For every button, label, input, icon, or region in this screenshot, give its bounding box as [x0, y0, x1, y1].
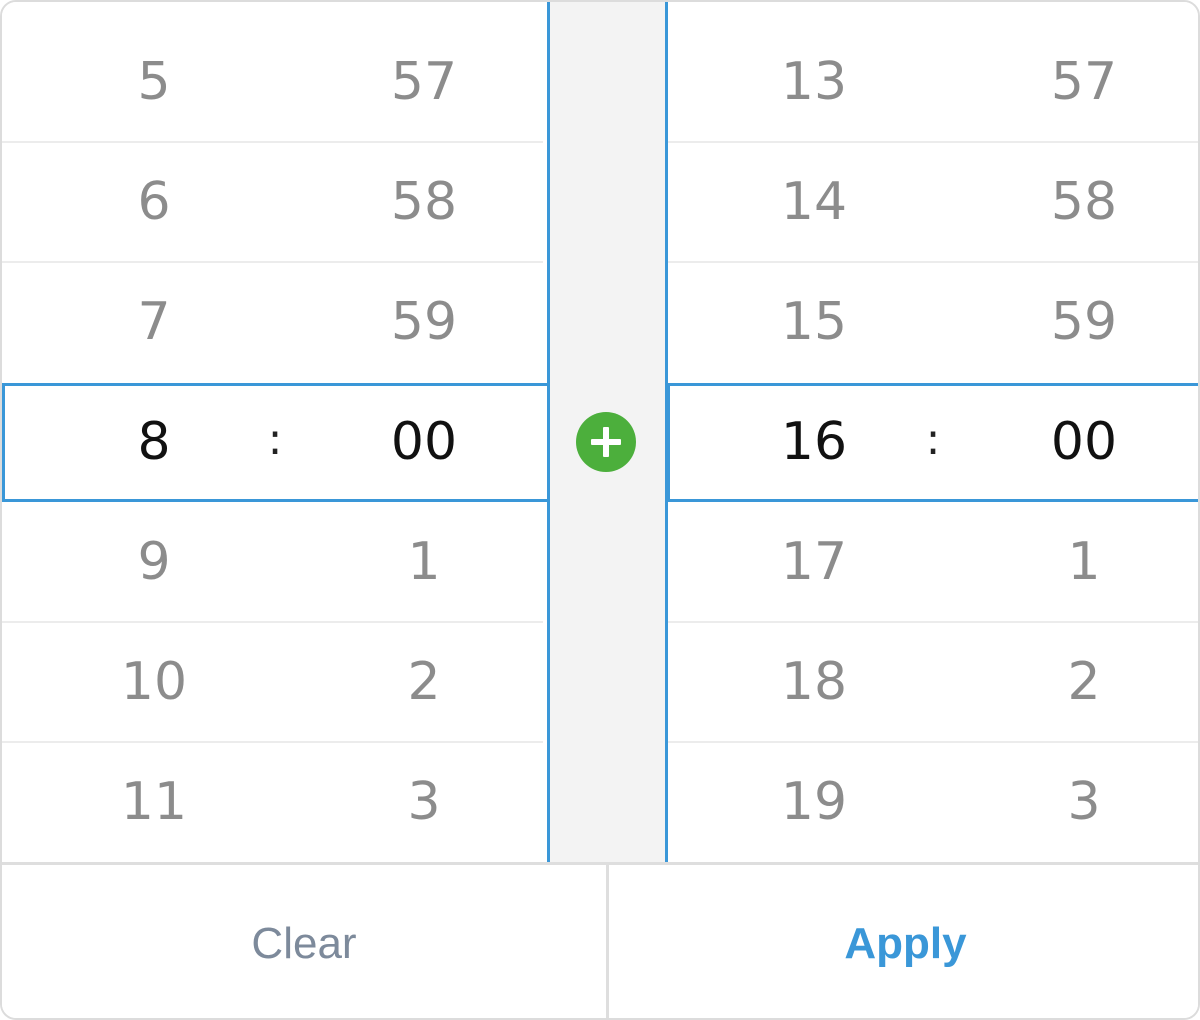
start-selected-row[interactable]: 8 : 00 — [2, 382, 547, 502]
time-range-picker: 5 57 6 58 7 59 8 : 00 9 1 10 2 11 3 13 5… — [0, 0, 1200, 1020]
end-hour-option[interactable]: 13 — [754, 22, 874, 142]
plus-circle-icon — [591, 427, 621, 457]
start-hour-option[interactable]: 11 — [94, 742, 214, 862]
end-time-wheel[interactable]: 13 57 14 58 15 59 16 : 00 17 1 18 2 19 3 — [668, 2, 1198, 862]
end-hour-option[interactable]: 14 — [754, 142, 874, 262]
start-hour-option[interactable]: 7 — [94, 262, 214, 382]
start-hour-option[interactable]: 9 — [94, 502, 214, 622]
start-row[interactable]: 9 1 — [2, 502, 547, 622]
start-hour-option[interactable]: 10 — [94, 622, 214, 742]
start-hour-option[interactable]: 5 — [94, 22, 214, 142]
end-minute-option[interactable]: 1 — [1024, 502, 1144, 622]
end-row[interactable]: 13 57 — [668, 22, 1198, 142]
end-hour-option[interactable]: 18 — [754, 622, 874, 742]
start-row[interactable]: 5 57 — [2, 22, 547, 142]
start-row[interactable]: 11 3 — [2, 742, 547, 862]
clear-button[interactable]: Clear — [2, 865, 606, 1018]
start-row[interactable]: 6 58 — [2, 142, 547, 262]
start-minute-option[interactable]: 1 — [364, 502, 484, 622]
end-row[interactable]: 17 1 — [668, 502, 1198, 622]
start-selected-hour[interactable]: 8 — [94, 382, 214, 502]
start-minute-option[interactable]: 2 — [364, 622, 484, 742]
end-hour-option[interactable]: 19 — [754, 742, 874, 862]
start-minute-option[interactable]: 3 — [364, 742, 484, 862]
end-row[interactable]: 15 59 — [668, 262, 1198, 382]
end-selected-row[interactable]: 16 : 00 — [668, 382, 1198, 502]
end-minute-option[interactable]: 59 — [1024, 262, 1144, 382]
apply-button[interactable]: Apply — [609, 865, 1198, 1018]
end-minute-option[interactable]: 58 — [1024, 142, 1144, 262]
time-separator: : — [267, 414, 283, 465]
start-time-wheel[interactable]: 5 57 6 58 7 59 8 : 00 9 1 10 2 11 3 — [2, 2, 547, 862]
end-minute-option[interactable]: 3 — [1024, 742, 1144, 862]
end-minute-option[interactable]: 2 — [1024, 622, 1144, 742]
start-hour-option[interactable]: 6 — [94, 142, 214, 262]
end-selected-hour[interactable]: 16 — [754, 382, 874, 502]
start-row[interactable]: 7 59 — [2, 262, 547, 382]
end-minute-option[interactable]: 57 — [1024, 22, 1144, 142]
end-row[interactable]: 19 3 — [668, 742, 1198, 862]
end-row[interactable]: 14 58 — [668, 142, 1198, 262]
picker-footer: Clear Apply — [2, 862, 1198, 1018]
end-hour-option[interactable]: 17 — [754, 502, 874, 622]
add-range-button[interactable] — [576, 412, 636, 472]
start-row[interactable]: 10 2 — [2, 622, 547, 742]
end-row[interactable]: 18 2 — [668, 622, 1198, 742]
start-minute-option[interactable]: 59 — [364, 262, 484, 382]
start-minute-option[interactable]: 57 — [364, 22, 484, 142]
start-selected-minute[interactable]: 00 — [364, 382, 484, 502]
end-selected-minute[interactable]: 00 — [1024, 382, 1144, 502]
time-separator: : — [925, 414, 941, 465]
end-hour-option[interactable]: 15 — [754, 262, 874, 382]
start-minute-option[interactable]: 58 — [364, 142, 484, 262]
